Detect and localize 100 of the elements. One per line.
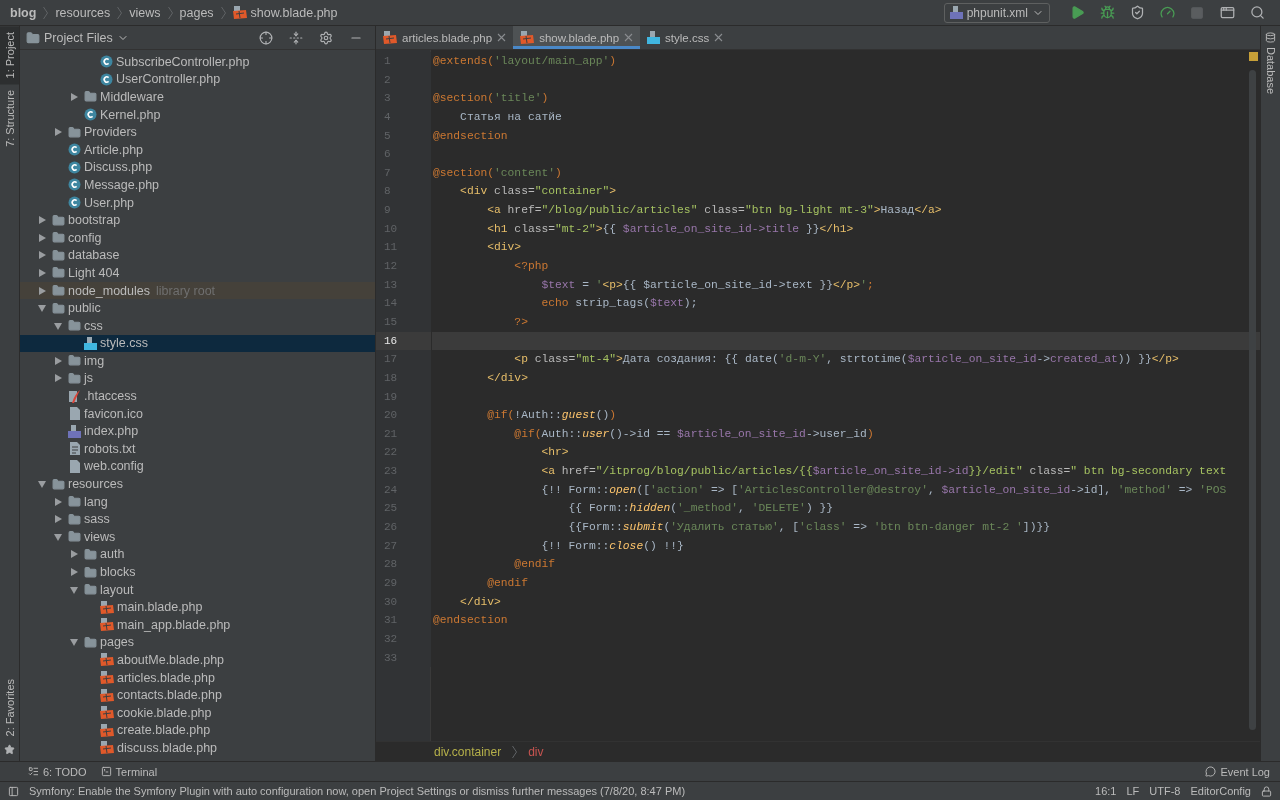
tree-item[interactable]: js xyxy=(20,369,375,388)
tree-item[interactable]: sass xyxy=(20,510,375,529)
collapsed-arrow-icon[interactable] xyxy=(54,497,62,506)
list-icon xyxy=(28,766,39,777)
breadcrumb[interactable]: show.blade.php xyxy=(250,5,338,20)
expanded-arrow-icon[interactable] xyxy=(38,304,46,313)
scrollbar[interactable] xyxy=(1249,70,1256,730)
tree-item[interactable]: public xyxy=(20,299,375,317)
tree-item[interactable]: Middleware xyxy=(20,88,375,106)
expanded-arrow-icon[interactable] xyxy=(70,585,78,594)
tree-item[interactable]: Message.php xyxy=(20,176,375,194)
tree-item[interactable]: layout xyxy=(20,580,375,599)
debug-icon[interactable] xyxy=(1098,3,1116,22)
editor-tab[interactable]: show.blade.php xyxy=(513,26,641,49)
tool-window-tab[interactable]: Database xyxy=(1261,26,1280,101)
tree-item[interactable]: views xyxy=(20,528,375,546)
collapsed-arrow-icon[interactable] xyxy=(54,356,62,365)
lock-icon[interactable] xyxy=(1261,785,1272,797)
collapsed-arrow-icon[interactable] xyxy=(38,286,46,295)
status-item[interactable]: LF xyxy=(1126,785,1140,797)
tree-item[interactable]: main_app.blade.php xyxy=(20,616,375,634)
tree-item[interactable]: UserController.php xyxy=(20,70,375,89)
tree-item[interactable]: pages xyxy=(20,633,375,652)
tool-window-tab[interactable]: 2: Favorites xyxy=(0,672,19,742)
event-log-button[interactable]: Event Log xyxy=(1205,765,1270,778)
tree-item[interactable]: robots.txt xyxy=(20,440,375,458)
tree-item[interactable]: auth xyxy=(20,545,375,564)
tree-item[interactable]: web.config xyxy=(20,457,375,476)
collapsed-arrow-icon[interactable] xyxy=(38,251,46,260)
tree-item[interactable]: create.blade.php xyxy=(20,721,375,740)
structure-breadcrumb[interactable]: div xyxy=(528,744,544,759)
tree-item[interactable]: .htaccess xyxy=(20,387,375,405)
code-line: {!! Form::close() !!} xyxy=(540,538,684,554)
breadcrumb[interactable]: views xyxy=(129,5,161,20)
tree-item[interactable]: SubscribeController.php xyxy=(20,53,375,71)
expanded-arrow-icon[interactable] xyxy=(54,321,62,330)
structure-breadcrumb[interactable]: div.container xyxy=(434,744,502,759)
breadcrumb[interactable]: pages xyxy=(179,5,214,20)
tree-item[interactable]: img xyxy=(20,352,375,370)
status-item[interactable]: EditorConfig xyxy=(1190,785,1251,797)
tree-item[interactable]: css xyxy=(20,316,375,335)
tree-item[interactable]: style.css xyxy=(20,334,375,353)
collapsed-arrow-icon[interactable] xyxy=(38,216,46,225)
close-icon[interactable] xyxy=(624,33,634,42)
tree-item[interactable]: favicon.ico xyxy=(20,404,375,423)
tool-window-tab[interactable]: 7: Structure xyxy=(0,84,19,154)
run-configuration-dropdown[interactable]: phpunit.xml xyxy=(943,2,1050,23)
collapsed-arrow-icon[interactable] xyxy=(54,515,62,524)
status-item[interactable]: 16:1 xyxy=(1095,785,1117,797)
php-file-icon xyxy=(949,6,963,19)
panel-toggle-icon[interactable] xyxy=(8,785,19,797)
tree-item[interactable]: cookie.blade.php xyxy=(20,703,375,722)
collapsed-arrow-icon[interactable] xyxy=(54,374,62,383)
tree-item[interactable]: discuss.blade.php xyxy=(20,739,375,757)
code-line: <a href="/itprog/blog/public/articles/{{$article_on_site_id->id}}/edit" class=" btn bg-secondary text xyxy=(540,464,1227,480)
folder-icon xyxy=(68,319,81,333)
tree-item[interactable]: Kernel.php xyxy=(20,105,375,124)
close-icon[interactable] xyxy=(714,33,724,42)
search-icon[interactable] xyxy=(1248,3,1266,22)
close-icon[interactable] xyxy=(497,33,507,42)
editor-tab[interactable]: articles.blade.php xyxy=(376,26,514,49)
folder-icon xyxy=(84,635,97,649)
code-line: {{ Form::hidden('_method', 'DELETE') }} xyxy=(567,501,833,517)
collapsed-arrow-icon[interactable] xyxy=(38,268,46,277)
tree-item[interactable]: main.blade.php xyxy=(20,598,375,616)
tool-window-tab[interactable]: 1: Project xyxy=(0,26,19,85)
collapsed-arrow-icon[interactable] xyxy=(38,233,46,242)
tree-item[interactable]: Article.php xyxy=(20,140,375,159)
panel-title[interactable]: Project Files xyxy=(44,30,113,45)
editor-tab[interactable]: style.css xyxy=(640,26,731,49)
tree-item[interactable]: resources xyxy=(20,475,375,493)
code-line: <div> xyxy=(486,240,522,256)
tree-item[interactable]: lang xyxy=(20,492,375,511)
collapsed-arrow-icon[interactable] xyxy=(54,128,62,137)
tool-window-button[interactable]: 6: TODO xyxy=(28,765,87,778)
tree-item[interactable]: User.php xyxy=(20,193,375,212)
collapsed-arrow-icon[interactable] xyxy=(70,93,78,101)
tree-item[interactable]: Discuss.php xyxy=(20,158,375,177)
tool-window-button[interactable]: Terminal xyxy=(100,765,158,778)
tree-item[interactable]: database xyxy=(20,246,375,265)
class-file-icon xyxy=(68,178,81,192)
blade-file-icon xyxy=(520,31,535,44)
tree-item[interactable]: config xyxy=(20,228,375,247)
expanded-arrow-icon[interactable] xyxy=(70,638,78,647)
tree-item[interactable]: blocks xyxy=(20,563,375,581)
tree-item[interactable]: Providers xyxy=(20,123,375,141)
breadcrumb[interactable]: blog xyxy=(10,5,37,20)
expanded-arrow-icon[interactable] xyxy=(38,480,46,489)
collapsed-arrow-icon[interactable] xyxy=(70,568,78,576)
status-item[interactable]: UTF-8 xyxy=(1149,785,1181,797)
tree-item[interactable]: bootstrap xyxy=(20,211,375,229)
expanded-arrow-icon[interactable] xyxy=(54,532,62,541)
tree-item[interactable]: Light 404 xyxy=(20,264,375,282)
tree-item[interactable]: index.php xyxy=(20,422,375,441)
collapsed-arrow-icon[interactable] xyxy=(70,550,78,559)
tree-item[interactable]: contacts.blade.php xyxy=(20,686,375,704)
tree-item[interactable]: aboutMe.blade.php xyxy=(20,651,375,669)
separator-icon xyxy=(117,5,123,20)
tree-item[interactable]: articles.blade.php xyxy=(20,668,375,687)
breadcrumb[interactable]: resources xyxy=(55,5,111,20)
